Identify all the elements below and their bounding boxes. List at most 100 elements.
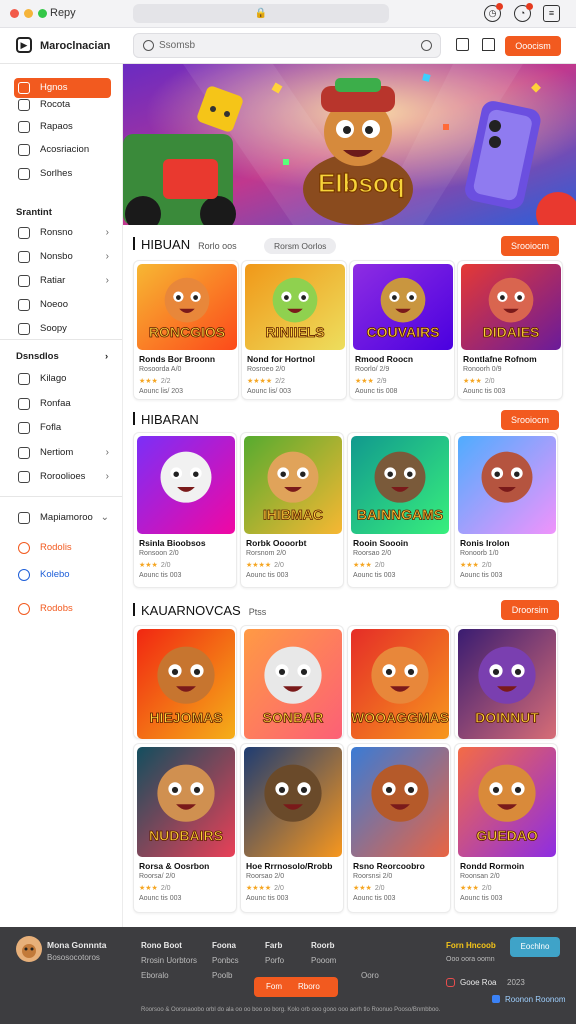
game-card[interactable]: WOOAGGMAS	[347, 625, 451, 739]
voice-search-icon[interactable]	[421, 40, 432, 51]
title-bar: Repy 🔒 ◷ ◔ ≡	[0, 0, 576, 28]
game-thumbnail[interactable]	[458, 436, 556, 534]
sidebar-item[interactable]: Rodobs	[14, 599, 111, 619]
footer-col2-link[interactable]: Poolb	[212, 971, 232, 980]
game-thumbnail[interactable]: RINIIELS	[245, 264, 345, 350]
section-filter-pill[interactable]: Rorsm Oorlos	[264, 238, 337, 254]
sidebar-item[interactable]: Nertiom ›	[14, 443, 111, 463]
sidebar-item[interactable]: Sorlhes	[14, 164, 111, 184]
footer-col1-title[interactable]: Rono Boot	[141, 941, 182, 950]
search-input[interactable]: Ssomsb	[133, 33, 441, 58]
game-thumbnail[interactable]: IHIBMAC	[244, 436, 342, 534]
footer-cta-button[interactable]: Eochlno	[510, 937, 560, 957]
sidebar-item[interactable]: Mapiamoroo ⌄	[14, 508, 111, 528]
instagram-icon[interactable]	[446, 978, 455, 987]
hero-banner[interactable]: EIbsoq	[123, 64, 576, 225]
footer-col4-title[interactable]: Roorb	[311, 941, 335, 950]
sidebar-item[interactable]: Rocota	[14, 95, 111, 115]
game-card[interactable]: IHIBMAC Rorbk Oooorbt Rorsnom 2/0 ★★★★ 2/0 Ao…	[240, 432, 344, 588]
sidebar-item[interactable]: Ronsno ›	[14, 223, 111, 243]
game-title[interactable]: Rorbk Oooorbt	[246, 538, 306, 548]
signin-button[interactable]: Ooocism	[505, 36, 561, 56]
game-card[interactable]: HIEJOMAS	[133, 625, 237, 739]
footer-col1-link[interactable]: Rrosin Uorbtors	[141, 956, 197, 965]
game-thumbnail[interactable]: DIDAIES	[461, 264, 561, 350]
game-thumbnail[interactable]: BAINNGAMS	[351, 436, 449, 534]
edit-icon[interactable]	[456, 38, 469, 51]
game-title[interactable]: Hoe Rrrnosolo/Rrobb	[246, 861, 332, 871]
game-title[interactable]: Rorsa & Oosrbon	[139, 861, 209, 871]
game-title[interactable]: Rooin Soooin	[353, 538, 408, 548]
game-card[interactable]: NUDBAIRS Rorsa & Oosrbon Roorsa/ 2/0 ★★★ 2/0…	[133, 743, 237, 913]
game-thumbnail[interactable]	[351, 747, 449, 857]
game-card[interactable]: Hoe Rrrnosolo/Rrobb Roorsao 2/0 ★★★★ 2/0 Aou…	[240, 743, 344, 913]
game-thumbnail[interactable]: DOINNUT	[458, 629, 556, 739]
sidebar-item[interactable]: Rapaos	[14, 117, 111, 137]
game-title[interactable]: Rsinla Bioobsos	[139, 538, 206, 548]
game-card[interactable]: DIDAIES Rontlafne Rofnom Ronoorh 0/9 ★★★ 2/0…	[457, 260, 563, 400]
footer-col4-link[interactable]: Pooom	[311, 956, 336, 965]
sidebar-item[interactable]: Roroolioes ›	[14, 467, 111, 487]
game-card[interactable]: COUVAIRS Rmood Roocn Roorlo/ 2/9 ★★★ 2/9 Aoun…	[349, 260, 455, 400]
menu-icon[interactable]: ≡	[543, 5, 560, 22]
see-all-button[interactable]: Srooiocm	[501, 410, 559, 430]
game-thumbnail[interactable]: COUVAIRS	[353, 264, 453, 350]
game-card[interactable]: BAINNGAMS Rooin Soooin Roorsao 2/0 ★★★ 2/0 Ao…	[347, 432, 451, 588]
game-title[interactable]: Rondd Rormoin	[460, 861, 524, 871]
game-title[interactable]: Ronis Irolon	[460, 538, 510, 548]
game-card[interactable]: SONBAR	[240, 625, 344, 739]
footer-col3-link[interactable]: Porfo	[265, 956, 284, 965]
sidebar-item[interactable]: Kolebo	[14, 565, 111, 585]
game-card[interactable]: GUEDAO Rondd Rormoin Roonsan 2/0 ★★★ 2/0 Aoun…	[454, 743, 558, 913]
game-meta: Roorlo/ 2/9	[355, 366, 390, 373]
game-title[interactable]: Rsno Reorcoobro	[353, 861, 425, 871]
logo-icon[interactable]: ▶	[16, 37, 32, 53]
game-card[interactable]: RINIIELS Nond for Hortnol Rosroeo 2/0 ★★★★ 2…	[241, 260, 347, 400]
sidebar-item[interactable]: Fofla	[14, 418, 111, 438]
sidebar-item[interactable]: Ronfaa	[14, 394, 111, 414]
see-all-button[interactable]: Droorsim	[501, 600, 559, 620]
game-title[interactable]: Rontlafne Rofnom	[463, 354, 537, 364]
footer-col4-link[interactable]: Ooro	[361, 971, 379, 980]
sidebar-item[interactable]: Acosriacion	[14, 140, 111, 160]
game-card[interactable]: DOINNUT	[454, 625, 558, 739]
game-thumbnail[interactable]: SONBAR	[244, 629, 342, 739]
game-thumbnail[interactable]: RONCGIOS	[137, 264, 237, 350]
game-thumbnail[interactable]: WOOAGGMAS	[351, 629, 449, 739]
game-card[interactable]: RONCGIOS Ronds Bor Broonn Rosoorda A/0 ★★★ 2…	[133, 260, 239, 400]
footer-button-2[interactable]: Rboro	[298, 982, 320, 991]
footer-social2[interactable]: Roonon Roonom	[505, 995, 565, 1004]
chevron-icon[interactable]: ›	[105, 351, 108, 362]
facebook-icon[interactable]	[492, 995, 500, 1003]
game-card[interactable]: Ronis Irolon Ronoorb 1/0 ★★★ 2/0 Aounc tis 0…	[454, 432, 558, 588]
game-title[interactable]: Ronds Bor Broonn	[139, 354, 215, 364]
game-title[interactable]: Rmood Roocn	[355, 354, 413, 364]
sidebar-item[interactable]: Nonsbo ›	[14, 247, 111, 267]
minimize-window-button[interactable]	[24, 9, 33, 18]
sidebar-item[interactable]: Soopy	[14, 319, 111, 339]
rating-stars: ★★★ 2/0	[460, 883, 492, 892]
see-all-button[interactable]: Srooiocm	[501, 236, 559, 256]
footer-button-1[interactable]: Fom	[266, 982, 282, 991]
game-card[interactable]: Rsno Reorcoobro Roorsnsi 2/0 ★★★ 2/0 Aounc t…	[347, 743, 451, 913]
footer-col3-title[interactable]: Farb	[265, 941, 282, 950]
game-thumbnail[interactable]: HIEJOMAS	[137, 629, 235, 739]
footer-social1[interactable]: Gooe Roa	[460, 978, 496, 987]
game-card[interactable]: Rsinla Bioobsos Ronsoon 2/0 ★★★ 2/0 Aounc ti…	[133, 432, 237, 588]
close-window-button[interactable]	[10, 9, 19, 18]
game-thumbnail[interactable]: GUEDAO	[458, 747, 556, 857]
sidebar-item[interactable]: Ratiar ›	[14, 271, 111, 291]
sidebar-item[interactable]: Noeoo	[14, 295, 111, 315]
footer-col2-link[interactable]: Ponbcs	[212, 956, 239, 965]
upload-icon[interactable]	[482, 38, 495, 51]
sidebar-item[interactable]: Rodolis	[14, 538, 111, 558]
game-thumbnail[interactable]	[137, 436, 235, 534]
footer-col1-link[interactable]: Eboralo	[141, 971, 169, 980]
sidebar-item[interactable]: Kilago	[14, 369, 111, 389]
game-thumbnail[interactable]: NUDBAIRS	[137, 747, 235, 857]
footer-col2-title[interactable]: Foona	[212, 941, 236, 950]
url-bar[interactable]: 🔒	[133, 4, 389, 23]
game-thumbnail[interactable]	[244, 747, 342, 857]
game-title[interactable]: Nond for Hortnol	[247, 354, 315, 364]
maximize-window-button[interactable]	[38, 9, 47, 18]
